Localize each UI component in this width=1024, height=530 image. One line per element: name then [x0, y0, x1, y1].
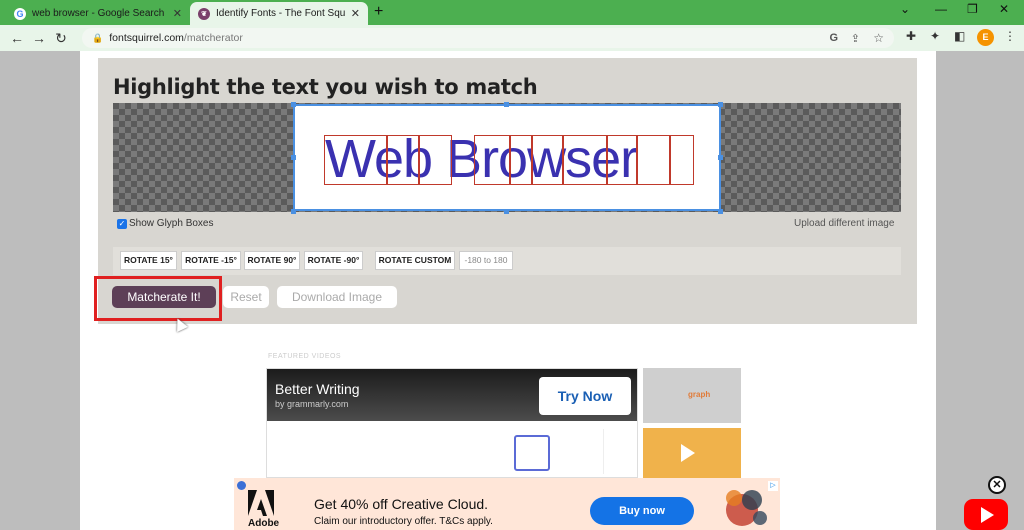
tab-search-icon[interactable]: ⌄	[900, 2, 910, 16]
avatar[interactable]: E	[977, 29, 994, 46]
sidebar-icon[interactable]: ◧	[954, 29, 965, 43]
resize-handle[interactable]	[504, 102, 509, 107]
try-now-button[interactable]: Try Now	[539, 377, 631, 415]
video-player[interactable]: Better Writing by grammarly.com Try Now	[266, 368, 638, 478]
lock-icon[interactable]: 🔒	[92, 33, 103, 44]
sidebar-illustration	[603, 429, 633, 474]
glyph-box[interactable]	[510, 135, 532, 185]
forward-button[interactable]: →	[28, 30, 50, 46]
resize-handle[interactable]	[291, 209, 296, 214]
featured-videos-label: FEATURED VIDEOS	[268, 353, 342, 360]
rotate-minus-15-button[interactable]: ROTATE -15°	[181, 251, 241, 270]
glyph-box[interactable]	[637, 135, 670, 185]
fontsquirrel-icon: ❦	[198, 7, 210, 20]
tab-bar: G web browser - Google Search ✕ ❦ Identi…	[0, 0, 1024, 25]
rotate-custom-button[interactable]: ROTATE CUSTOM	[375, 251, 455, 270]
highlight-annotation	[94, 276, 222, 321]
tab-title: web browser - Google Search	[32, 8, 165, 19]
resize-handle[interactable]	[291, 102, 296, 107]
tab-fontsquirrel[interactable]: ❦ Identify Fonts - The Font Squirrel ✕	[190, 2, 368, 25]
ad-brand: Adobe	[248, 518, 280, 529]
url-domain: fontsquirrel.com	[109, 32, 184, 44]
rotate-15-button[interactable]: ROTATE 15°	[120, 251, 177, 270]
restore-button[interactable]: ❐	[967, 2, 978, 16]
resize-handle[interactable]	[718, 155, 723, 160]
resize-handle[interactable]	[291, 155, 296, 160]
resize-handle[interactable]	[718, 209, 723, 214]
resize-handle[interactable]	[504, 209, 509, 214]
extension-icon[interactable]: ✚	[906, 29, 916, 43]
show-glyph-toggle[interactable]: ✓ Show Glyph Boxes	[117, 218, 214, 229]
page-title: Highlight the text you wish to match	[113, 75, 538, 99]
share-icon[interactable]: ⇪	[851, 32, 860, 45]
address-bar-row: ← → ↻ 🔒 fontsquirrel.com/matcherator G ⇪…	[0, 25, 1024, 51]
ad-headline: Get 40% off Creative Cloud.	[314, 496, 489, 512]
back-button[interactable]: ←	[6, 30, 28, 46]
ad-info-icon[interactable]	[237, 481, 246, 490]
download-image-button[interactable]: Download Image	[277, 286, 397, 308]
document-illustration-icon	[514, 435, 550, 471]
tab-google-search[interactable]: G web browser - Google Search ✕	[6, 2, 190, 25]
glyph-box[interactable]	[563, 135, 607, 185]
minimize-button[interactable]: —	[935, 2, 947, 16]
url-path: /matcherator	[183, 32, 243, 44]
glyph-box[interactable]	[474, 135, 510, 185]
play-icon[interactable]	[681, 444, 695, 462]
glyph-box[interactable]	[387, 135, 419, 185]
upload-different-image-link[interactable]: Upload different image	[794, 218, 894, 229]
url-field[interactable]: 🔒 fontsquirrel.com/matcherator G ⇪ ☆	[82, 28, 894, 48]
glyph-box[interactable]	[532, 135, 563, 185]
close-tab-icon[interactable]: ✕	[351, 7, 360, 20]
close-window-button[interactable]: ✕	[999, 2, 1009, 16]
close-tab-icon[interactable]: ✕	[173, 7, 182, 20]
star-icon[interactable]: ☆	[873, 31, 884, 45]
rotate-degrees-input[interactable]: -180 to 180	[459, 251, 513, 270]
glyph-box[interactable]	[419, 135, 452, 185]
puzzle-icon[interactable]: ✦	[930, 29, 940, 43]
video-title: Better Writing	[275, 381, 360, 397]
show-glyph-label: Show Glyph Boxes	[129, 218, 214, 229]
rotate-minus-90-button[interactable]: ROTATE -90°	[304, 251, 363, 270]
youtube-icon[interactable]	[964, 499, 1008, 530]
checkbox-checked-icon[interactable]: ✓	[117, 218, 127, 229]
thumbnail-caption: graph	[688, 390, 711, 399]
google-icon: G	[14, 7, 26, 20]
ad-subline: Claim our introductory offer. T&Cs apply…	[314, 516, 493, 527]
new-tab-button[interactable]: +	[374, 3, 383, 21]
close-icon[interactable]: ✕	[988, 476, 1006, 494]
reload-button[interactable]: ↻	[50, 30, 72, 47]
glyph-box[interactable]	[324, 135, 387, 185]
kebab-menu-icon[interactable]: ⋮	[1004, 29, 1016, 43]
video-subtitle: by grammarly.com	[275, 399, 349, 409]
google-lens-icon[interactable]: G	[829, 32, 838, 44]
adobe-logo-icon	[248, 490, 274, 516]
rotate-90-button[interactable]: ROTATE 90°	[244, 251, 300, 270]
glyph-box[interactable]	[607, 135, 637, 185]
glyph-box[interactable]	[670, 135, 694, 185]
buy-now-button[interactable]: Buy now	[590, 497, 694, 525]
tab-title: Identify Fonts - The Font Squirrel	[216, 8, 345, 19]
resize-handle[interactable]	[718, 102, 723, 107]
reset-button[interactable]: Reset	[223, 286, 269, 308]
ad-choices-icon[interactable]: ▷	[768, 481, 778, 491]
